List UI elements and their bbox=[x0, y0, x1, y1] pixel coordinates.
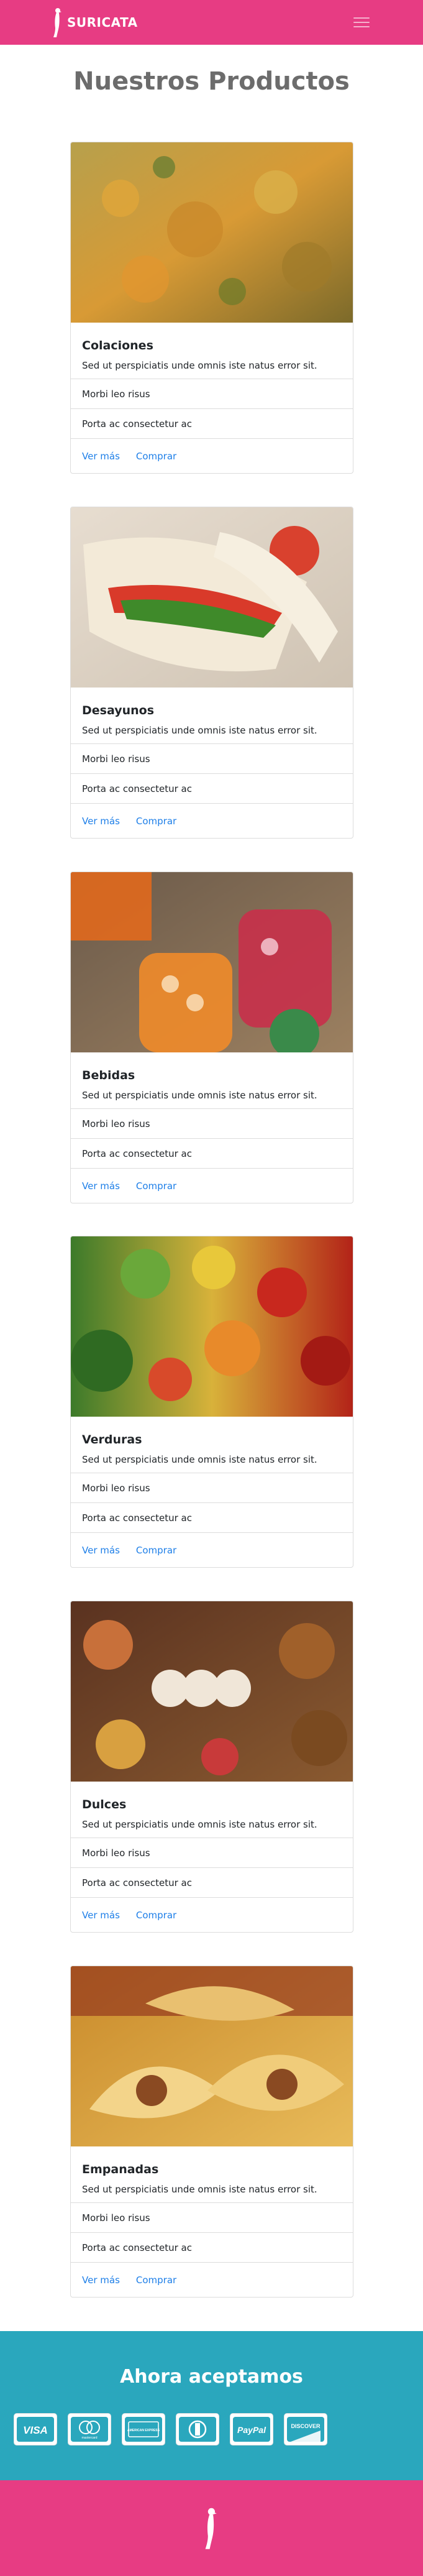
ver-mas-link[interactable]: Ver más bbox=[82, 1545, 120, 1556]
brand-name: SURICATA bbox=[67, 15, 138, 30]
list-item: Porta ac consectetur ac bbox=[71, 1138, 353, 1168]
card-title: Empanadas bbox=[82, 2163, 159, 2176]
list-item: Morbi leo risus bbox=[71, 743, 353, 773]
amex-card: AMERICAN EXPRESS bbox=[122, 2413, 165, 2445]
card-text: Sed ut perspiciatis unde omnis iste natu… bbox=[82, 1819, 317, 1830]
comprar-link[interactable]: Comprar bbox=[136, 451, 176, 462]
product-card: Desayunos Sed ut perspiciatis unde omnis… bbox=[70, 507, 353, 839]
product-card: Empanadas Sed ut perspiciatis unde omnis… bbox=[70, 1966, 353, 2298]
mastercard-icon: mastercard bbox=[71, 2417, 108, 2442]
amex-icon: AMERICAN EXPRESS bbox=[125, 2417, 162, 2442]
card-title: Verduras bbox=[82, 1433, 142, 1447]
product-card: Dulces Sed ut perspiciatis unde omnis is… bbox=[70, 1601, 353, 1933]
desayunos-image bbox=[71, 507, 353, 688]
brand[interactable]: SURICATA bbox=[51, 7, 138, 38]
list-item: Porta ac consectetur ac bbox=[71, 408, 353, 438]
ver-mas-link[interactable]: Ver más bbox=[82, 816, 120, 827]
paypal-card: PayPal bbox=[230, 2413, 273, 2445]
discover-card: DISCOVER bbox=[284, 2413, 327, 2445]
card-text: Sed ut perspiciatis unde omnis iste natu… bbox=[82, 2184, 317, 2195]
product-card: Verduras Sed ut perspiciatis unde omnis … bbox=[70, 1236, 353, 1568]
empanadas-image bbox=[71, 1966, 353, 2146]
page-title: Nuestros Productos bbox=[73, 67, 350, 96]
navbar: SURICATA bbox=[0, 0, 423, 45]
dulces-image bbox=[71, 1601, 353, 1782]
card-text: Sed ut perspiciatis unde omnis iste natu… bbox=[82, 725, 317, 736]
menu-toggle-button[interactable] bbox=[352, 15, 371, 30]
svg-text:PayPal: PayPal bbox=[237, 2425, 266, 2435]
comprar-link[interactable]: Comprar bbox=[136, 1910, 176, 1921]
meerkat-logo-icon bbox=[53, 8, 61, 37]
card-text: Sed ut perspiciatis unde omnis iste natu… bbox=[82, 1090, 317, 1101]
hamburger-line bbox=[353, 22, 370, 23]
card-links: Ver más Comprar bbox=[71, 1897, 353, 1932]
footer bbox=[0, 2480, 423, 2576]
svg-text:mastercard: mastercard bbox=[81, 2436, 97, 2440]
list-item: Morbi leo risus bbox=[71, 1108, 353, 1138]
card-links: Ver más Comprar bbox=[71, 1168, 353, 1203]
list-item: Porta ac consectetur ac bbox=[71, 2232, 353, 2262]
comprar-link[interactable]: Comprar bbox=[136, 816, 176, 827]
list-item: Porta ac consectetur ac bbox=[71, 1502, 353, 1532]
diners-icon bbox=[179, 2417, 216, 2442]
list-item: Morbi leo risus bbox=[71, 1838, 353, 1867]
colaciones-image bbox=[71, 142, 353, 323]
svg-text:AMERICAN EXPRESS: AMERICAN EXPRESS bbox=[127, 2429, 160, 2432]
visa-icon: VISA bbox=[17, 2417, 54, 2442]
card-links: Ver más Comprar bbox=[71, 803, 353, 838]
ver-mas-link[interactable]: Ver más bbox=[82, 2275, 120, 2286]
card-text: Sed ut perspiciatis unde omnis iste natu… bbox=[82, 360, 317, 371]
card-text: Sed ut perspiciatis unde omnis iste natu… bbox=[82, 1454, 317, 1465]
card-links: Ver más Comprar bbox=[71, 2262, 353, 2297]
hamburger-line bbox=[353, 26, 370, 27]
bebidas-image bbox=[71, 872, 353, 1052]
list-item: Morbi leo risus bbox=[71, 1473, 353, 1502]
ver-mas-link[interactable]: Ver más bbox=[82, 1910, 120, 1921]
comprar-link[interactable]: Comprar bbox=[136, 1180, 176, 1192]
card-title: Bebidas bbox=[82, 1069, 135, 1082]
discover-icon: DISCOVER bbox=[287, 2417, 324, 2442]
card-title: Dulces bbox=[82, 1798, 127, 1811]
verduras-image bbox=[71, 1236, 353, 1417]
card-links: Ver más Comprar bbox=[71, 438, 353, 473]
list-item: Morbi leo risus bbox=[71, 379, 353, 408]
list-item: Porta ac consectetur ac bbox=[71, 773, 353, 803]
hamburger-line bbox=[353, 17, 370, 19]
product-card: Colaciones Sed ut perspiciatis unde omni… bbox=[70, 142, 353, 474]
meerkat-logo-icon bbox=[205, 2508, 217, 2549]
diners-card bbox=[176, 2413, 219, 2445]
card-title: Colaciones bbox=[82, 339, 153, 352]
list-item: Morbi leo risus bbox=[71, 2202, 353, 2232]
card-links: Ver más Comprar bbox=[71, 1532, 353, 1567]
list-item: Porta ac consectetur ac bbox=[71, 1867, 353, 1897]
paypal-icon: PayPal bbox=[233, 2417, 270, 2442]
comprar-link[interactable]: Comprar bbox=[136, 1545, 176, 1556]
card-title: Desayunos bbox=[82, 704, 155, 717]
visa-card: VISA bbox=[14, 2413, 57, 2445]
payments-section: Ahora aceptamos VISA mastercard AMERICAN… bbox=[0, 2331, 423, 2480]
ver-mas-link[interactable]: Ver más bbox=[82, 451, 120, 462]
product-card: Bebidas Sed ut perspiciatis unde omnis i… bbox=[70, 872, 353, 1203]
payments-title: Ahora aceptamos bbox=[120, 2366, 303, 2388]
svg-text:VISA: VISA bbox=[23, 2424, 48, 2436]
svg-text:DISCOVER: DISCOVER bbox=[291, 2423, 321, 2429]
mastercard-card: mastercard bbox=[68, 2413, 111, 2445]
ver-mas-link[interactable]: Ver más bbox=[82, 1180, 120, 1192]
comprar-link[interactable]: Comprar bbox=[136, 2275, 176, 2286]
